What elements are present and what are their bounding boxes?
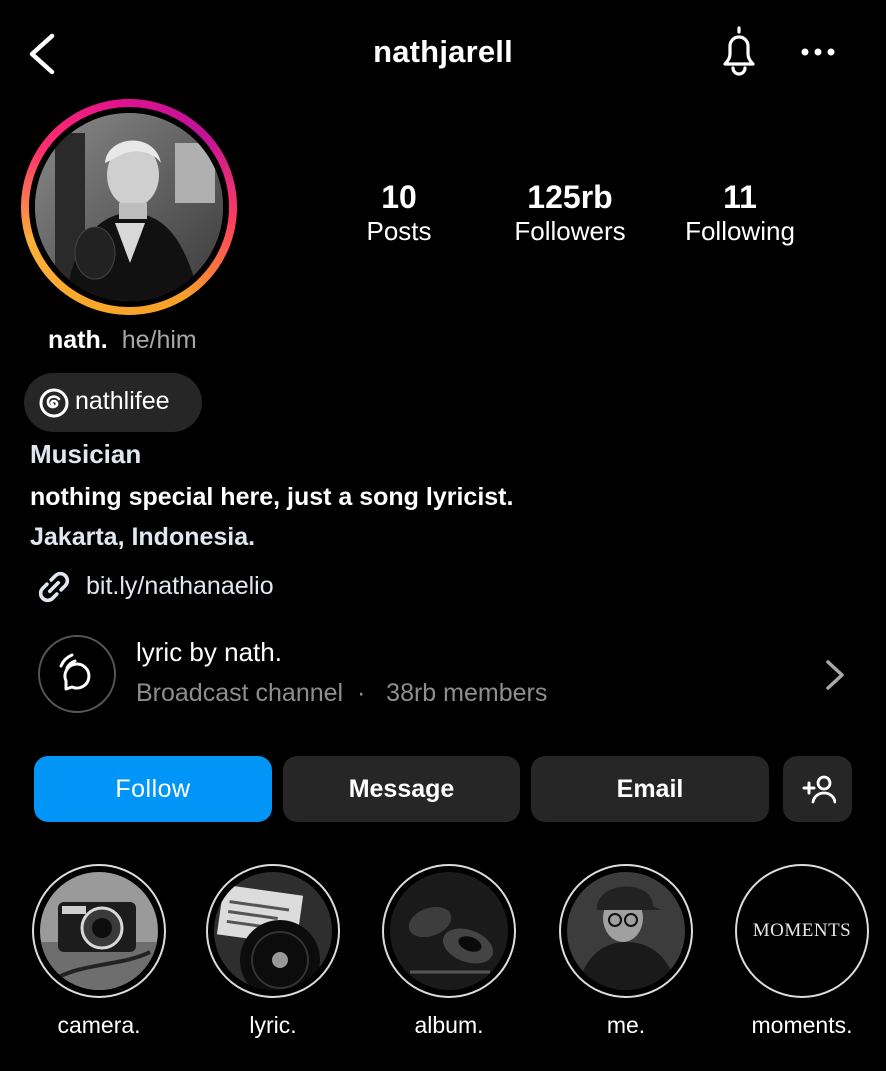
following-count: 11: [723, 179, 757, 215]
highlight-label: camera.: [57, 1012, 141, 1038]
broadcast-members: 38rb members: [386, 679, 548, 707]
broadcast-channel-title[interactable]: lyric by nath.: [136, 637, 282, 668]
story-ring[interactable]: [21, 99, 237, 315]
highlight-album[interactable]: album.: [380, 864, 518, 1039]
highlight-camera[interactable]: camera.: [30, 864, 168, 1039]
highlight-me-cover: [567, 872, 685, 990]
message-button[interactable]: Message: [283, 756, 520, 822]
highlight-label: lyric.: [249, 1012, 297, 1038]
bio-text: nothing special here, just a song lyrici…: [30, 483, 514, 511]
highlight-camera-cover: [40, 872, 158, 990]
posts-label: Posts: [366, 216, 432, 246]
highlight-album-cover: [390, 872, 508, 990]
highlight-lyric-cover: [214, 872, 332, 990]
bell-icon[interactable]: [714, 24, 764, 78]
name-line: nath. he/him: [48, 326, 197, 355]
threads-handle: nathlifee: [75, 387, 170, 415]
display-name: nath.: [48, 326, 108, 354]
follow-button[interactable]: Follow: [34, 756, 272, 822]
highlight-lyric[interactable]: lyric.: [204, 864, 342, 1039]
broadcast-channel-info: Broadcast channel · 38rb members: [136, 679, 547, 708]
add-person-icon: [802, 775, 836, 804]
threads-icon: [39, 388, 69, 418]
broadcast-separator: ·: [357, 679, 366, 707]
link-icon: [38, 571, 70, 603]
stat-posts[interactable]: 10 Posts: [349, 178, 449, 246]
add-person-button[interactable]: [783, 756, 852, 822]
posts-count: 10: [381, 179, 417, 215]
highlight-label: moments.: [751, 1012, 853, 1038]
moments-cover-text: MOMENTS: [752, 920, 852, 941]
profile-avatar: [35, 113, 223, 301]
chevron-right-icon[interactable]: [822, 656, 848, 694]
highlight-me[interactable]: me.: [557, 864, 695, 1039]
highlight-label: me.: [606, 1012, 646, 1038]
highlight-label: album.: [414, 1012, 484, 1038]
followers-count: 125rb: [527, 179, 613, 215]
followers-label: Followers: [514, 216, 626, 246]
more-options-icon[interactable]: [797, 40, 839, 64]
highlight-moments-cover: MOMENTS: [743, 872, 861, 990]
profile-category: Musician: [30, 439, 142, 469]
following-label: Following: [685, 216, 795, 246]
stat-followers[interactable]: 125rb Followers: [500, 178, 640, 246]
highlight-moments[interactable]: MOMENTS moments.: [733, 864, 871, 1039]
email-button[interactable]: Email: [531, 756, 769, 822]
broadcast-type: Broadcast channel: [136, 679, 344, 707]
pronouns: he/him: [121, 326, 197, 354]
profile-link[interactable]: bit.ly/nathanaelio: [86, 572, 274, 601]
broadcast-channel-icon[interactable]: [38, 635, 116, 713]
threads-badge[interactable]: nathlifee: [24, 373, 202, 432]
stat-following[interactable]: 11 Following: [670, 178, 810, 246]
bio-location: Jakarta, Indonesia.: [30, 523, 256, 551]
